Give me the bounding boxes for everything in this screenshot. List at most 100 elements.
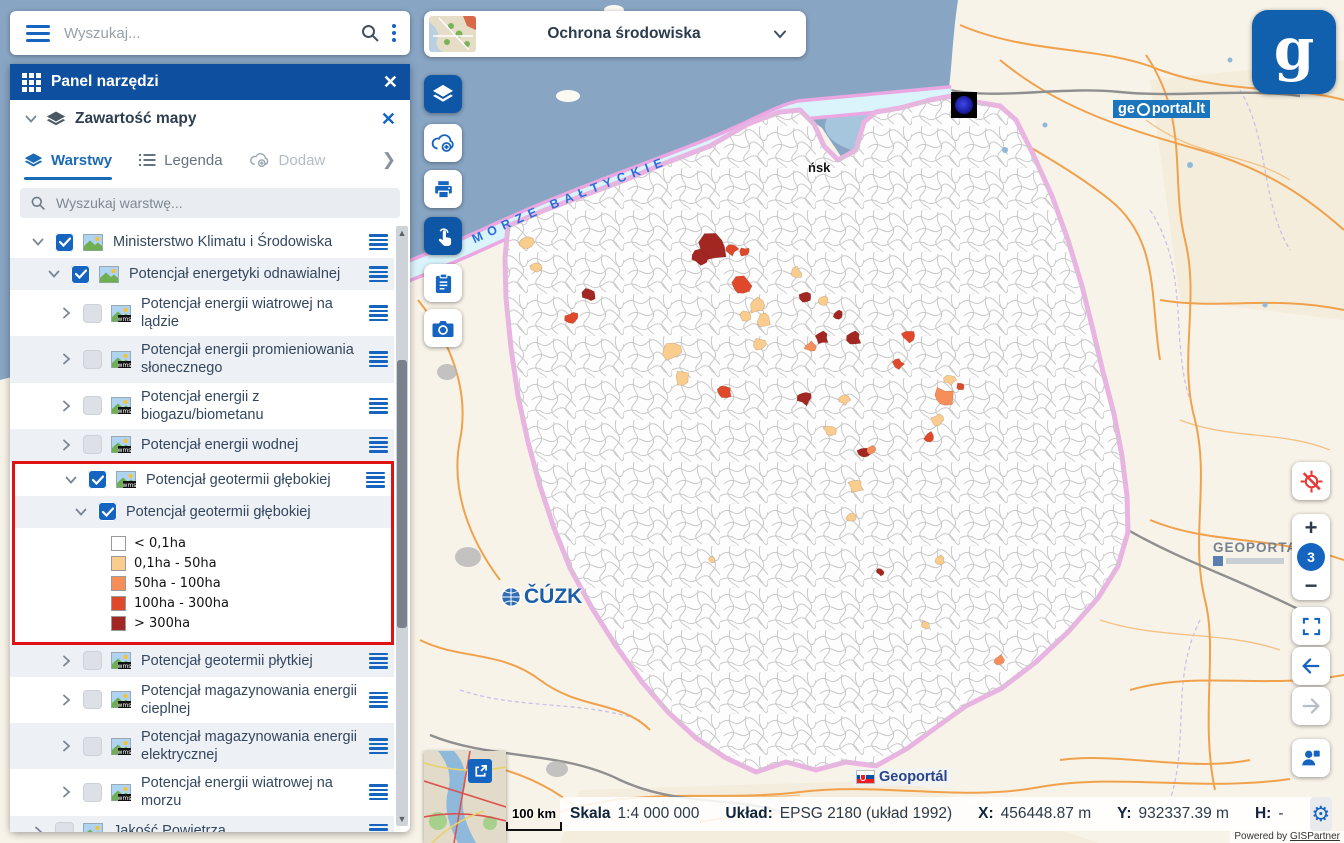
zoom-out-button[interactable]: − (1305, 576, 1318, 596)
chevron-right-icon[interactable] (30, 824, 46, 833)
close-section-icon[interactable]: ✕ (381, 110, 396, 128)
scrollbar[interactable]: ▲ ▼ (396, 226, 408, 826)
layer-checkbox[interactable] (83, 435, 102, 454)
layer-row[interactable]: Potencjał geotermii głębokiej (15, 496, 391, 528)
tab-warstwy[interactable]: Warstwy (24, 138, 112, 182)
screenshot-button[interactable] (424, 309, 462, 347)
minimap[interactable] (424, 751, 506, 843)
layer-checkbox[interactable] (55, 233, 74, 252)
chevron-down-icon[interactable] (63, 472, 79, 488)
zoom-in-button[interactable]: + (1305, 518, 1318, 538)
clipboard-button[interactable] (424, 264, 462, 302)
layer-menu-icon[interactable] (369, 784, 388, 800)
tab-dodawanie[interactable]: Dodaw (249, 138, 326, 182)
touch-identify-button[interactable] (424, 217, 462, 255)
layer-menu-icon[interactable] (369, 738, 388, 754)
next-view-button[interactable] (1292, 687, 1330, 725)
layer-checkbox[interactable] (83, 783, 102, 802)
fullscreen-button[interactable] (1292, 607, 1330, 645)
chevron-right-icon[interactable] (58, 305, 74, 321)
layer-menu-icon[interactable] (369, 824, 388, 833)
chevron-down-icon[interactable] (30, 234, 46, 250)
layer-row[interactable]: wmsPotencjał energii promieniowania słon… (10, 336, 394, 382)
basemap-selector[interactable]: Ochrona środowiska (424, 11, 806, 57)
chevron-right-icon[interactable] (58, 692, 74, 708)
tab-legenda[interactable]: Legenda (138, 138, 222, 182)
geolocation-off-button[interactable] (1292, 462, 1330, 500)
legend-swatch (111, 536, 126, 551)
layer-checkbox[interactable] (83, 304, 102, 323)
layer-menu-icon[interactable] (369, 437, 388, 453)
layer-menu-icon[interactable] (366, 472, 385, 488)
layer-checkbox[interactable] (88, 470, 107, 489)
layers-tool-button[interactable] (424, 75, 462, 113)
layer-checkbox[interactable] (71, 265, 90, 284)
scale-value: 1:4 000 000 (618, 805, 700, 823)
svg-text:wms: wms (118, 362, 131, 368)
layer-checkbox[interactable] (98, 502, 117, 521)
layer-row[interactable]: wmsPotencjał geotermii płytkiej (10, 645, 394, 677)
print-button[interactable] (424, 170, 462, 208)
basemap-label: Ochrona środowiska (476, 25, 772, 43)
chevron-right-icon[interactable] (58, 738, 74, 754)
profile-button[interactable] (1292, 739, 1330, 777)
layer-menu-icon[interactable] (369, 653, 388, 669)
layer-row[interactable]: wmsPotencjał energii wiatrowej na lądzie (10, 290, 394, 336)
gispartner-link[interactable]: GISPartner (1290, 831, 1340, 842)
legend-label: 50ha - 100ha (134, 576, 221, 591)
layer-row[interactable]: wmsPotencjał magazynowania energii elekt… (10, 723, 394, 769)
chevron-right-icon[interactable] (58, 398, 74, 414)
layer-row[interactable]: Ministerstwo Klimatu i Środowiska (10, 226, 394, 258)
chevron-right-icon[interactable] (58, 351, 74, 367)
kebab-menu-icon[interactable] (392, 24, 396, 42)
cloud-add-icon (431, 133, 456, 153)
chevron-right-icon[interactable] (58, 784, 74, 800)
layer-menu-icon[interactable] (369, 351, 388, 367)
layer-row[interactable]: wmsPotencjał energii wodnej (10, 429, 394, 461)
layer-menu-icon[interactable] (369, 234, 388, 250)
layer-checkbox[interactable] (83, 737, 102, 756)
grid-icon[interactable] (22, 73, 41, 92)
chevron-down-icon[interactable] (46, 266, 62, 282)
scroll-down-icon[interactable]: ▼ (396, 812, 408, 826)
chevron-right-icon[interactable] (58, 437, 74, 453)
layer-row[interactable]: Jakość Powietrza (10, 816, 394, 833)
previous-view-button[interactable] (1292, 647, 1330, 685)
tabs-overflow-chevron-icon[interactable]: ❯ (382, 150, 396, 170)
scrollbar-thumb[interactable] (397, 360, 407, 628)
basemap-thumbnail (429, 16, 476, 52)
layer-checkbox[interactable] (83, 651, 102, 670)
chevron-down-icon[interactable] (73, 504, 89, 520)
layer-row[interactable]: wmsPotencjał energii z biogazu/biometanu (10, 383, 394, 429)
layer-checkbox[interactable] (55, 822, 74, 832)
scroll-up-icon[interactable]: ▲ (396, 226, 408, 240)
layer-thumbnail-icon: wms (111, 351, 131, 368)
chevron-right-icon[interactable] (58, 653, 74, 669)
layer-row[interactable]: wmsPotencjał energii wiatrowej na morzu (10, 769, 394, 815)
cloud-services-button[interactable] (424, 124, 462, 162)
layer-menu-icon[interactable] (369, 266, 388, 282)
minimap-expand-button[interactable] (468, 759, 492, 783)
chevron-down-icon[interactable] (24, 112, 38, 126)
globe-icon (500, 586, 522, 608)
layer-checkbox[interactable] (83, 396, 102, 415)
search-input[interactable] (62, 24, 360, 43)
settings-button[interactable]: ⚙ (1310, 797, 1332, 831)
layer-checkbox[interactable] (83, 690, 102, 709)
layer-search-input[interactable] (54, 194, 390, 212)
layer-row[interactable]: wmsPotencjał geotermii głębokiej (15, 464, 391, 496)
printer-icon (433, 179, 454, 200)
geoportal-logo[interactable]: g (1252, 10, 1336, 94)
layer-menu-icon[interactable] (369, 398, 388, 414)
legend-swatch (111, 576, 126, 591)
layer-menu-icon[interactable] (369, 305, 388, 321)
layer-tree: Ministerstwo Klimatu i ŚrodowiskaPotencj… (10, 226, 410, 832)
layer-row[interactable]: Potencjał energetyki odnawialnej (10, 258, 394, 290)
layer-checkbox[interactable] (83, 350, 102, 369)
layer-row[interactable]: wmsPotencjał magazynowania energii ciepl… (10, 677, 394, 723)
close-icon[interactable]: ✕ (383, 73, 398, 91)
search-icon[interactable] (360, 23, 380, 43)
slovak-flag-icon (857, 771, 874, 783)
menu-icon[interactable] (26, 25, 50, 42)
layer-menu-icon[interactable] (369, 692, 388, 708)
